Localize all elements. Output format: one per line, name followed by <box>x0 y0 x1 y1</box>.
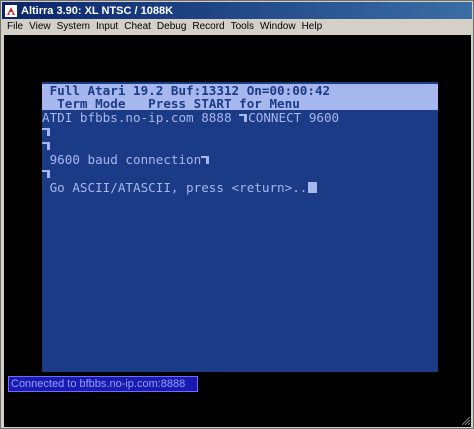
terminal-line-1: ATDI bfbbs.no-ip.com 8888 CONNECT 9600 <box>42 111 339 124</box>
eol-icon <box>42 142 51 150</box>
menu-window[interactable]: Window <box>257 21 299 32</box>
menu-record[interactable]: Record <box>189 21 227 32</box>
title-bar[interactable]: Altirra 3.90: XL NTSC / 1088K <box>2 2 472 19</box>
terminal-status-line-2: Term Mode Press START for Menu <box>42 97 438 110</box>
menu-file[interactable]: File <box>2 21 26 32</box>
menu-bar: File View System Input Cheat Debug Recor… <box>2 19 472 34</box>
eol-icon <box>42 128 51 136</box>
resize-grip-icon[interactable] <box>461 416 471 426</box>
terminal-prompt-text: Go ASCII/ATASCII, press <return>.. <box>42 180 308 195</box>
atari-screen[interactable]: Full Atari 19.2 Buf:13312 On=00:00:42 Te… <box>42 82 438 372</box>
window-title: Altirra 3.90: XL NTSC / 1088K <box>21 4 174 17</box>
menu-input[interactable]: Input <box>93 21 121 32</box>
emulator-display[interactable]: Full Atari 19.2 Buf:13312 On=00:00:42 Te… <box>4 35 471 427</box>
emulator-window: Altirra 3.90: XL NTSC / 1088K File View … <box>0 0 474 429</box>
menu-system[interactable]: System <box>54 21 93 32</box>
menu-help[interactable]: Help <box>299 21 326 32</box>
altirra-app-icon[interactable] <box>5 4 17 17</box>
terminal-line-2 <box>42 125 51 138</box>
eol-icon <box>42 170 51 178</box>
terminal-line-3 <box>42 139 51 152</box>
terminal-connect-text: CONNECT 9600 <box>248 110 340 125</box>
eol-icon <box>201 156 210 164</box>
terminal-line-6: Go ASCII/ATASCII, press <return>.. <box>42 180 318 195</box>
menu-cheat[interactable]: Cheat <box>121 21 154 32</box>
text-cursor <box>308 182 318 193</box>
connection-notification: Connected to bfbbs.no-ip.com:8888 <box>8 376 198 392</box>
terminal-line-4: 9600 baud connection <box>42 153 210 166</box>
terminal-dial-text: ATDI bfbbs.no-ip.com 8888 <box>42 110 232 125</box>
menu-view[interactable]: View <box>26 21 54 32</box>
menu-debug[interactable]: Debug <box>154 21 189 32</box>
terminal-baud-text: 9600 baud connection <box>42 152 202 167</box>
eol-icon <box>239 114 248 122</box>
menu-tools[interactable]: Tools <box>228 21 257 32</box>
terminal-line-5 <box>42 167 51 180</box>
